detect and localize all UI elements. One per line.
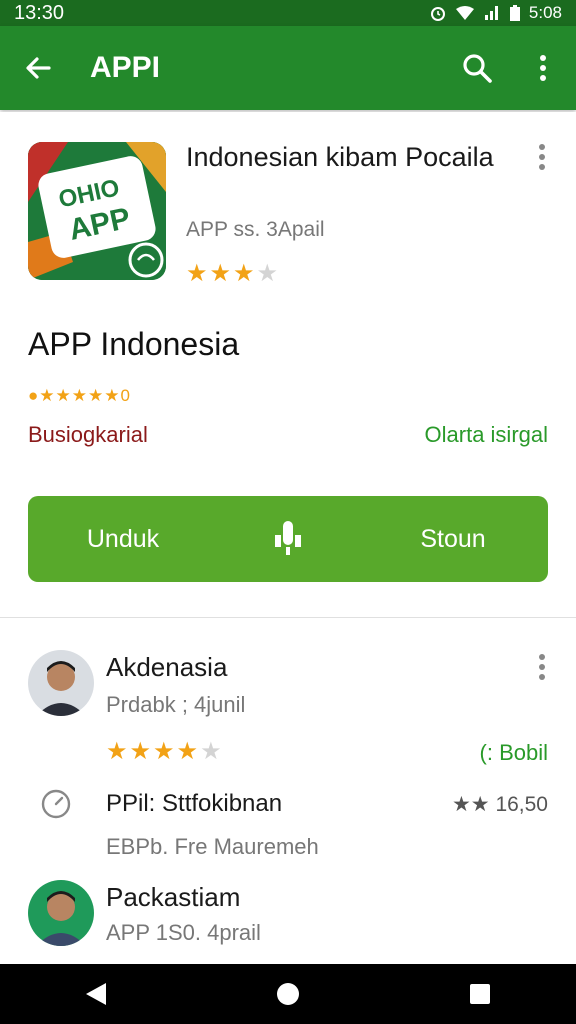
- nav-back-button[interactable]: [56, 964, 136, 1024]
- avatar-image: [28, 650, 94, 716]
- alarm-icon: [430, 7, 445, 21]
- search-icon: [463, 54, 492, 83]
- avatar[interactable]: [28, 650, 94, 716]
- review-badge: (: Bobil: [479, 740, 548, 765]
- detail-sub: EBPb. Fre Mauremeh: [106, 834, 319, 859]
- review-more-button[interactable]: [526, 652, 558, 682]
- store-button[interactable]: Stoun: [358, 496, 548, 582]
- search-button[interactable]: [444, 26, 510, 110]
- clock-icon: [40, 788, 72, 820]
- navigation-bar: [0, 964, 576, 1024]
- star-icon: ★: [209, 260, 232, 287]
- app-title: APPI: [90, 51, 161, 84]
- star-icon: ★: [186, 260, 208, 287]
- mic-icon: [275, 521, 301, 555]
- star-icon: ★: [106, 738, 128, 765]
- nav-back-icon: [86, 983, 106, 1005]
- nav-home-icon: [277, 983, 299, 1005]
- detail-rating: ★★ 16,50: [451, 793, 548, 816]
- nav-recents-button[interactable]: [440, 964, 520, 1024]
- back-button[interactable]: [0, 26, 76, 110]
- card-more-button[interactable]: [526, 142, 558, 172]
- app-category[interactable]: Busiogkarial: [28, 422, 148, 448]
- nav-recents-icon: [470, 984, 490, 1004]
- back-arrow-icon: [26, 57, 51, 79]
- mic-button[interactable]: [218, 496, 358, 582]
- star-icon: ★: [153, 738, 175, 765]
- star-icon: ★: [176, 738, 199, 765]
- more-vert-icon: [539, 654, 545, 680]
- action-bar: Unduk Stoun: [28, 496, 548, 582]
- review-item: Packastiam APP 1S0. 4prail: [0, 870, 576, 964]
- nav-home-button[interactable]: [248, 964, 328, 1024]
- app-icon[interactable]: OHIO APP: [28, 142, 166, 280]
- app-name: Indonesian kibam Pocaila: [186, 142, 494, 172]
- review-meta: APP 1S0. 4prail: [106, 920, 261, 945]
- detail-label: PPil: Sttfokibnan: [106, 790, 283, 817]
- app-meta: APP ss. 3Apail: [186, 218, 325, 241]
- status-bar: 13:30 5:08: [0, 0, 576, 26]
- review-stars: ★ ★ ★ ★ ★: [106, 740, 222, 764]
- star-icon: ★: [200, 738, 222, 765]
- rating-summary: ●★★★★★0: [28, 386, 131, 405]
- more-vert-icon: [540, 55, 546, 81]
- app-bar: APPI: [0, 26, 576, 110]
- install-button[interactable]: Unduk: [28, 496, 218, 582]
- app-card: OHIO APP Indonesian kibam Pocaila APP ss…: [0, 112, 576, 618]
- star-icon: ★: [256, 260, 279, 287]
- status-icons: 5:08: [429, 3, 562, 23]
- app-rating-stars: ★ ★ ★ ★: [186, 262, 278, 286]
- wifi-icon: [455, 6, 474, 20]
- more-vert-icon: [539, 144, 545, 170]
- app-icon-artwork: OHIO APP: [28, 142, 166, 280]
- status-time: 13:30: [14, 1, 65, 24]
- reviewer-name: Packastiam: [106, 882, 241, 912]
- price-status: Olarta isirgal: [424, 422, 548, 447]
- battery-icon: [509, 5, 520, 21]
- reviewer-name: Akdenasia: [106, 652, 228, 682]
- star-icon: ★: [129, 738, 152, 765]
- avatar[interactable]: [28, 880, 94, 946]
- signal-icon: [484, 6, 498, 20]
- status-right-time: 5:08: [528, 3, 562, 22]
- avatar-image: [28, 880, 94, 946]
- review-item: Akdenasia Prdabk ; 4junil ★ ★ ★ ★ ★ (: B…: [0, 620, 576, 870]
- more-options-button[interactable]: [510, 26, 576, 110]
- review-meta: Prdabk ; 4junil: [106, 692, 246, 717]
- star-icon: ★: [233, 260, 255, 287]
- app-headline: APP Indonesia: [28, 326, 240, 362]
